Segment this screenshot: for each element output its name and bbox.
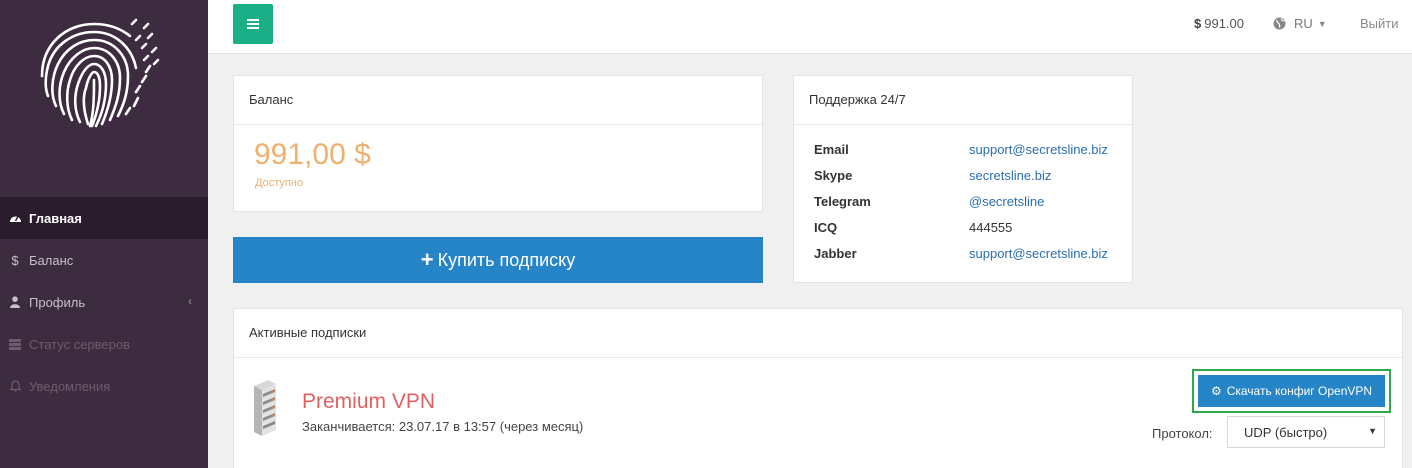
dashboard-icon bbox=[8, 212, 22, 224]
bell-icon bbox=[8, 380, 22, 392]
balance-panel-title: Баланс bbox=[234, 76, 762, 125]
support-key: ICQ bbox=[814, 220, 838, 235]
sidebar: Главная $ Баланс Профиль ‹ Статус сервер… bbox=[0, 0, 208, 468]
sidebar-item-server-status[interactable]: Статус серверов bbox=[0, 323, 208, 365]
sidebar-nav: Главная $ Баланс Профиль ‹ Статус сервер… bbox=[0, 197, 208, 407]
language-dropdown[interactable]: RU ▼ bbox=[1273, 16, 1327, 31]
menu-toggle-button[interactable] bbox=[233, 4, 273, 44]
dollar-icon: $ bbox=[11, 252, 19, 268]
dollar-icon: $ bbox=[1194, 16, 1202, 31]
chevron-left-icon: ‹ bbox=[188, 294, 192, 308]
sidebar-item-label: Профиль bbox=[29, 294, 86, 310]
user-icon bbox=[8, 296, 22, 308]
sidebar-item-profile[interactable]: Профиль ‹ bbox=[0, 281, 208, 323]
sidebar-item-home[interactable]: Главная bbox=[0, 197, 208, 239]
download-openvpn-config-button[interactable]: ⚙ Скачать конфиг OpenVPN bbox=[1198, 375, 1385, 407]
support-key: Email bbox=[814, 142, 849, 157]
top-balance-value: 991.00 bbox=[1204, 16, 1244, 31]
support-email-link[interactable]: support@secretsline.biz bbox=[969, 142, 1108, 168]
subscription-expiry: Заканчивается: 23.07.17 в 13:57 (через м… bbox=[302, 419, 584, 434]
subscription-name: Premium VPN bbox=[302, 390, 436, 413]
sidebar-item-label: Уведомления bbox=[29, 378, 111, 394]
caret-down-icon: ▼ bbox=[1368, 426, 1377, 436]
sidebar-item-label: Статус серверов bbox=[29, 336, 131, 352]
fingerprint-logo[interactable] bbox=[36, 16, 160, 128]
balance-amount: 991,00 $ bbox=[254, 138, 371, 171]
caret-down-icon: ▼ bbox=[1317, 18, 1327, 29]
support-row-email: Email support@secretsline.biz bbox=[814, 142, 1108, 168]
support-key: Telegram bbox=[814, 194, 871, 209]
support-row-telegram: Telegram @secretsline bbox=[814, 194, 1108, 220]
support-key: Skype bbox=[814, 168, 853, 183]
download-config-highlight: ⚙ Скачать конфиг OpenVPN bbox=[1192, 369, 1391, 413]
support-jabber-link[interactable]: support@secretsline.biz bbox=[969, 246, 1108, 272]
active-subscriptions-panel: Активные подписки Premium VPN Заканчивае… bbox=[233, 308, 1403, 468]
subscription-item: Premium VPN Заканчивается: 23.07.17 в 13… bbox=[234, 358, 1402, 468]
server-rack-icon bbox=[254, 380, 276, 436]
language-label: RU bbox=[1294, 16, 1313, 31]
support-telegram-link[interactable]: @secretsline bbox=[969, 194, 1044, 220]
protocol-selected-value: UDP (быстро) bbox=[1244, 425, 1328, 440]
support-panel-title: Поддержка 24/7 bbox=[794, 76, 1132, 125]
support-skype-link[interactable]: secretsline.biz bbox=[969, 168, 1051, 194]
logout-link[interactable]: Выйти bbox=[1360, 16, 1399, 31]
buy-subscription-label: Купить подписку bbox=[437, 249, 576, 270]
support-panel: Поддержка 24/7 Email support@secretsline… bbox=[793, 75, 1133, 283]
sidebar-item-label: Главная bbox=[29, 210, 82, 226]
sidebar-item-notifications[interactable]: Уведомления bbox=[0, 365, 208, 407]
hamburger-icon bbox=[247, 19, 259, 29]
sidebar-item-balance[interactable]: $ Баланс bbox=[0, 239, 208, 281]
gear-icon: ⚙ bbox=[1210, 384, 1222, 398]
server-icon bbox=[8, 338, 22, 350]
support-row-skype: Skype secretsline.biz bbox=[814, 168, 1108, 194]
protocol-label: Протокол: bbox=[1152, 426, 1213, 441]
balance-available-label: Доступно bbox=[255, 177, 304, 189]
support-row-icq: ICQ 444555 bbox=[814, 220, 1108, 246]
topbar: $991.00 RU ▼ Выйти bbox=[208, 0, 1412, 54]
globe-icon bbox=[1273, 17, 1286, 30]
protocol-select[interactable]: UDP (быстро) ▼ bbox=[1227, 416, 1385, 448]
download-config-label: Скачать конфиг OpenVPN bbox=[1226, 384, 1373, 398]
support-icq-value: 444555 bbox=[969, 220, 1013, 235]
support-contacts: Email support@secretsline.biz Skype secr… bbox=[814, 142, 1108, 272]
buy-subscription-button[interactable]: + Купить подписку bbox=[233, 237, 763, 283]
top-balance[interactable]: $991.00 bbox=[1194, 16, 1244, 31]
active-subscriptions-title: Активные подписки bbox=[234, 309, 1402, 358]
balance-panel: Баланс 991,00 $ Доступно bbox=[233, 75, 763, 212]
support-row-jabber: Jabber support@secretsline.biz bbox=[814, 246, 1108, 272]
sidebar-item-label: Баланс bbox=[29, 252, 74, 268]
support-key: Jabber bbox=[814, 246, 857, 261]
plus-icon: + bbox=[420, 247, 434, 272]
